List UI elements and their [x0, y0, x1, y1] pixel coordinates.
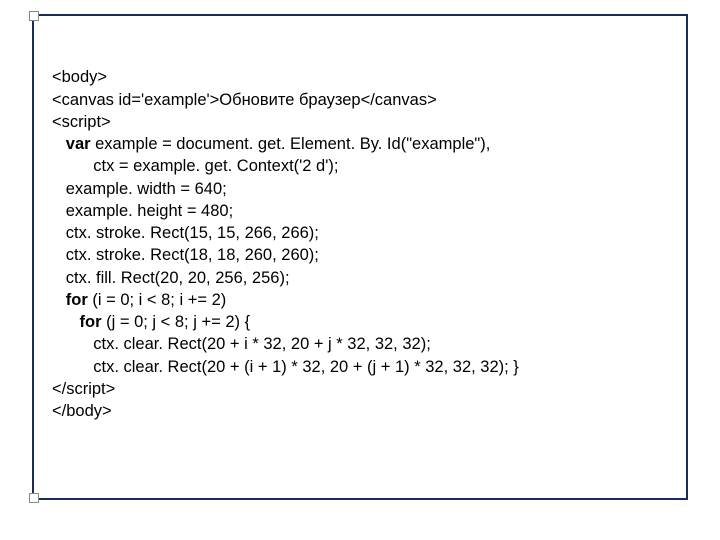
code-block: <body> <canvas id='example'>Обновите бра…: [52, 44, 519, 423]
code-line: example. height = 480;: [52, 202, 233, 220]
code-line: <body>: [52, 68, 107, 86]
code-line: <script>: [52, 113, 111, 131]
code-line: for (i = 0; i < 8; i += 2): [52, 291, 226, 309]
code-line: for (j = 0; j < 8; j += 2) {: [52, 313, 250, 331]
code-line: ctx. stroke. Rect(15, 15, 266, 266);: [52, 224, 319, 242]
resize-handle-tl[interactable]: [29, 11, 39, 21]
code-line: ctx. clear. Rect(20 + (i + 1) * 32, 20 +…: [52, 358, 519, 376]
resize-handle-bl[interactable]: [29, 493, 39, 503]
code-line: var example = document. get. Element. By…: [52, 135, 490, 153]
code-line: ctx. clear. Rect(20 + i * 32, 20 + j * 3…: [52, 335, 431, 353]
code-line: </script>: [52, 380, 115, 398]
code-line: <canvas id='example'>Обновите браузер</c…: [52, 91, 437, 109]
code-line: example. width = 640;: [52, 180, 227, 198]
code-line: ctx. fill. Rect(20, 20, 256, 256);: [52, 269, 290, 287]
code-line: ctx. stroke. Rect(18, 18, 260, 260);: [52, 246, 319, 264]
code-line: ctx = example. get. Context('2 d');: [52, 157, 338, 175]
code-line: </body>: [52, 402, 112, 420]
